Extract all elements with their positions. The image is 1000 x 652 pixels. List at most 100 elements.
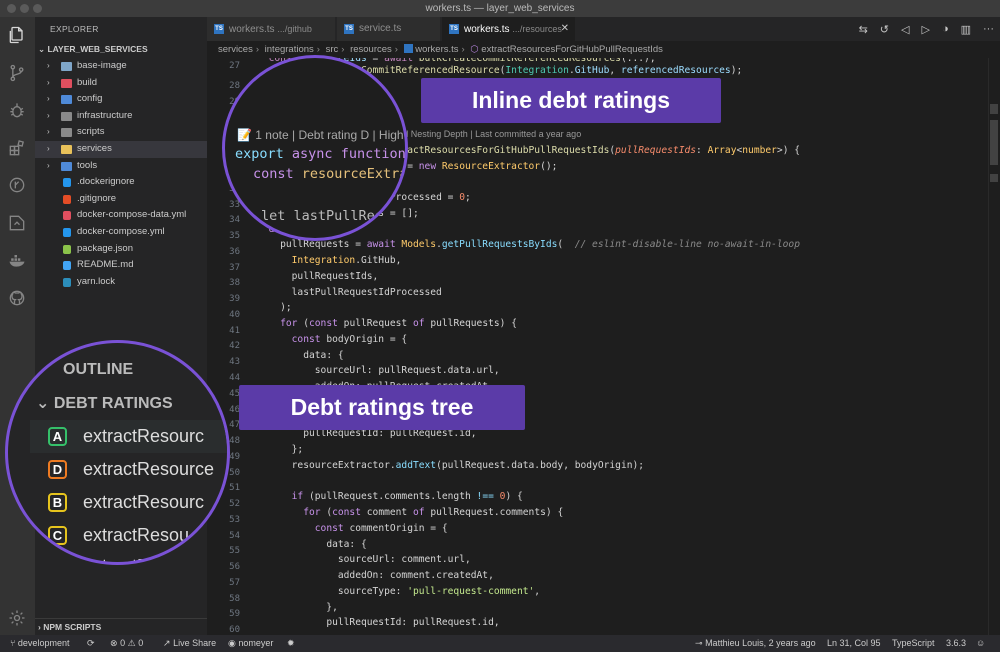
callout-inline-debt: Inline debt ratings <box>421 78 721 123</box>
rating-b-icon: B <box>48 493 67 512</box>
debt-entry[interactable]: D extractResource <box>30 453 227 486</box>
extensions-icon[interactable] <box>6 137 28 159</box>
git-blame-indicator[interactable]: ⊸ Matthieu Louis, 2 years ago <box>695 635 816 652</box>
file-item[interactable]: README.md <box>35 257 207 274</box>
code-line: ); <box>257 302 292 313</box>
debt-entry-label: extractResou <box>83 525 190 545</box>
open-changes-icon[interactable]: ↺ <box>880 23 889 36</box>
more-actions-icon[interactable]: ··· <box>983 23 994 35</box>
close-window-button[interactable] <box>7 4 16 13</box>
line-number: 56 <box>229 562 240 572</box>
tree-item-label: tools <box>77 159 98 171</box>
minimize-window-button[interactable] <box>20 4 29 13</box>
tab-workers-github[interactable]: TS workers.ts .../github <box>207 17 336 41</box>
settings-gear-icon[interactable] <box>6 607 28 629</box>
account-icon: ◉ <box>228 638 236 648</box>
folder-item[interactable]: › config <box>35 91 207 108</box>
breadcrumb-item[interactable]: integrations <box>265 44 314 55</box>
maximize-window-button[interactable] <box>33 4 42 13</box>
tree-item-label: docker-compose.yml <box>77 225 165 237</box>
live-share-button[interactable]: ↗ Live Share <box>163 635 216 652</box>
bug-icon[interactable]: ✹ <box>287 635 295 652</box>
workspace-root-label: LAYER_WEB_SERVICES <box>47 44 148 54</box>
code-line: sourceUrl: comment.url, <box>337 554 471 565</box>
file-item[interactable]: yarn.lock <box>35 274 207 291</box>
tab-service[interactable]: TS service.ts <box>337 17 441 41</box>
folder-icon <box>61 78 72 88</box>
tab-path: .../resources <box>512 24 562 34</box>
breadcrumb-item[interactable]: extractResourcesForGitHubPullRequestIds <box>481 44 663 55</box>
function-symbol-icon: ⬡ <box>470 44 479 55</box>
tree-item-label: .gitignore <box>77 192 117 204</box>
close-tab-icon[interactable]: ✕ <box>561 17 569 41</box>
chevron-right-icon: › <box>47 160 50 170</box>
codelens-zoomed: 📝 1 note | Debt rating D | High <box>237 128 404 142</box>
file-item[interactable]: docker-compose-data.yml <box>35 207 207 224</box>
chevron-right-icon: › <box>341 44 345 55</box>
github-icon[interactable] <box>6 287 28 309</box>
remote-explorer-icon[interactable] <box>6 212 28 234</box>
feedback-icon[interactable]: ☺ <box>976 635 985 652</box>
line-number: 43 <box>229 357 240 367</box>
code-line: }; <box>257 444 304 455</box>
typescript-file-icon <box>403 44 413 53</box>
breadcrumb-item[interactable]: workers.ts <box>415 44 458 55</box>
sync-icon[interactable]: ⟳ <box>87 635 95 652</box>
code-line: data: { <box>303 350 344 361</box>
file-item[interactable]: package.json <box>35 241 207 258</box>
code-line: for (const pullRequest of pullRequests) … <box>280 318 517 329</box>
files-icon[interactable] <box>6 24 28 46</box>
next-change-icon[interactable]: ▷ <box>921 23 929 36</box>
vertical-scrollbar[interactable] <box>988 58 1000 635</box>
debt-entry[interactable]: B extractResourc <box>30 486 227 519</box>
code-zoomed: const resourceExtrac <box>253 166 408 182</box>
tree-item-label: yarn.lock <box>77 275 116 287</box>
typescript-file-icon: TS <box>214 24 224 34</box>
language-mode[interactable]: TypeScript <box>892 635 935 652</box>
npm-scripts-section[interactable]: › NPM SCRIPTS <box>35 618 207 635</box>
code-line: Integration.GitHub, <box>291 255 402 266</box>
scroll-thumb[interactable] <box>990 120 998 165</box>
folder-item[interactable]: › tools <box>35 158 207 175</box>
user-indicator[interactable]: ◉ nomeyer <box>228 635 273 652</box>
typescript-file-icon: TS <box>344 24 354 34</box>
folder-item[interactable]: › infrastructure <box>35 108 207 125</box>
compare-changes-icon[interactable]: ⇆ <box>859 23 868 36</box>
tree-item-label: .dockerignore <box>77 176 135 188</box>
file-item[interactable]: docker-compose.yml <box>35 224 207 241</box>
codelens-zoom-text: 1 note | Debt rating D | High <box>255 128 404 142</box>
split-editor-icon[interactable]: ▥ <box>961 23 971 36</box>
tree-item-label: package.json <box>77 242 133 254</box>
breadcrumb-item[interactable]: resources <box>350 44 392 55</box>
debug-icon[interactable] <box>6 99 28 121</box>
git-graph-icon[interactable] <box>6 174 28 196</box>
line-number: 44 <box>229 373 240 383</box>
note-icon: 📝 <box>237 128 252 142</box>
folder-item[interactable]: › base-image <box>35 58 207 75</box>
toggle-blame-icon[interactable]: ◑ <box>942 23 949 35</box>
problems-indicator[interactable]: ⊗ 0 ⚠ 0 <box>110 635 143 652</box>
typescript-version[interactable]: 3.6.3 <box>946 635 966 652</box>
folder-item[interactable]: › build <box>35 75 207 92</box>
branch-indicator[interactable]: ⑂ development <box>10 635 69 652</box>
file-item[interactable]: .dockerignore <box>35 174 207 191</box>
cursor-position[interactable]: Ln 31, Col 95 <box>827 635 881 652</box>
tree-item-label: build <box>77 76 98 88</box>
file-item[interactable]: .gitignore <box>35 191 207 208</box>
source-control-icon[interactable] <box>6 62 28 84</box>
folder-item[interactable]: › scripts <box>35 124 207 141</box>
debt-ratings-header[interactable]: ⌄ DEBT RATINGS <box>36 393 173 413</box>
code-line: }, <box>257 602 338 613</box>
folder-item[interactable]: › services <box>35 140 207 158</box>
code-zoomed: export async function <box>235 146 406 162</box>
docker-icon[interactable] <box>6 249 28 271</box>
previous-change-icon[interactable]: ◁ <box>901 23 909 36</box>
debt-entry[interactable]: C extractResou <box>30 519 227 552</box>
chevron-right-icon: › <box>47 127 50 137</box>
chevron-right-icon: › <box>47 143 50 153</box>
breadcrumb-item[interactable]: services <box>218 44 253 55</box>
workspace-root[interactable]: ⌄ LAYER_WEB_SERVICES <box>35 41 207 58</box>
breadcrumb-item[interactable]: src <box>326 44 339 55</box>
debt-entry[interactable]: A extractResourc <box>30 420 227 453</box>
tab-workers-resources[interactable]: TS workers.ts .../resources ✕ <box>442 17 576 41</box>
